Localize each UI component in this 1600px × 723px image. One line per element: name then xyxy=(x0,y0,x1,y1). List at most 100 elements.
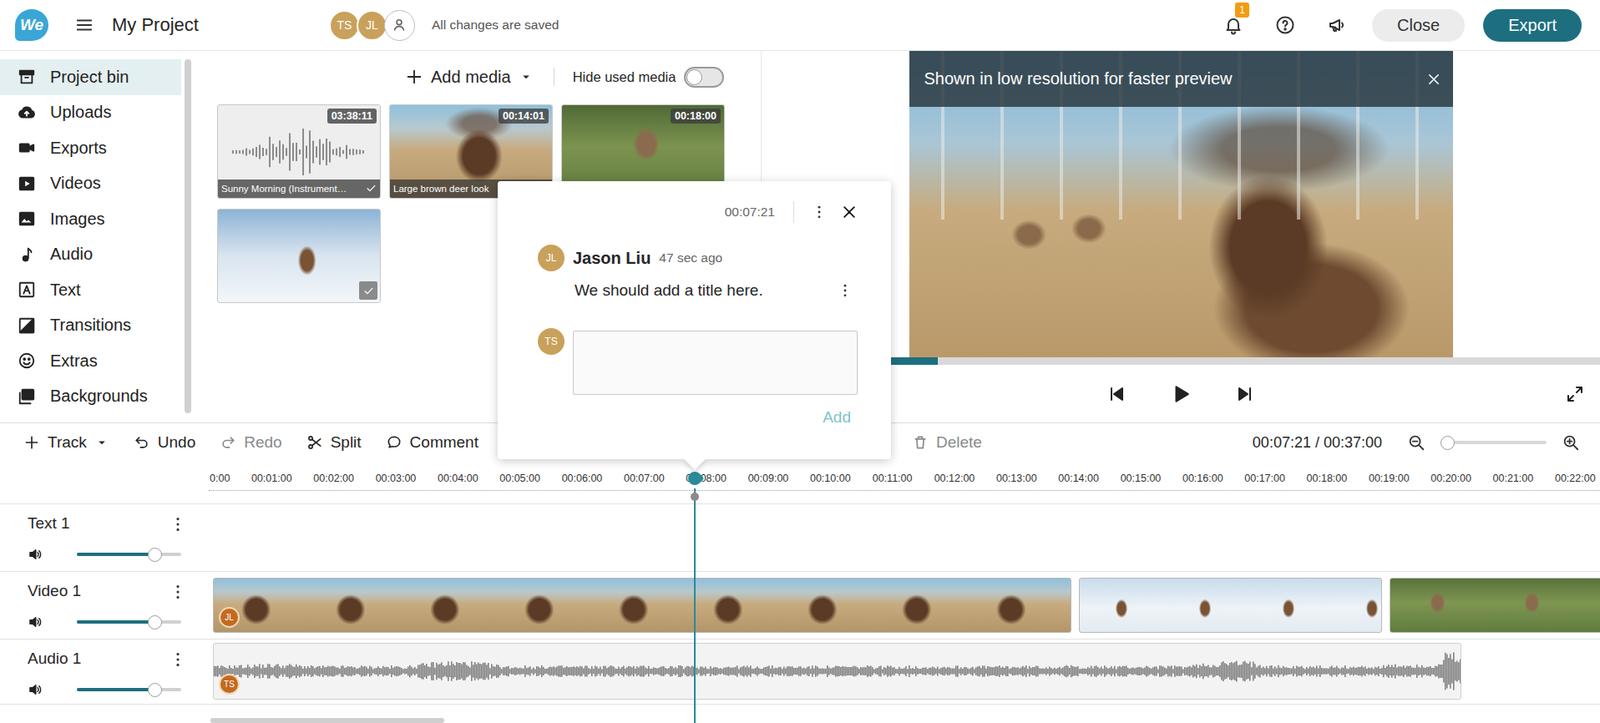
ruler-label: 0:00 xyxy=(209,472,230,485)
reply-input[interactable] xyxy=(572,330,858,395)
track-name[interactable]: Audio 1 xyxy=(27,649,209,669)
playhead-comment-marker[interactable] xyxy=(690,492,699,502)
invite-button[interactable] xyxy=(384,10,416,41)
camera-icon xyxy=(17,138,36,157)
comment-age: 47 sec ago xyxy=(658,250,723,266)
volume-slider[interactable] xyxy=(76,688,182,692)
project-title[interactable]: My Project xyxy=(111,14,199,36)
ruler-label: 00:19:00 xyxy=(1368,472,1410,485)
timeline-scrollbar[interactable] xyxy=(0,704,1600,723)
track-header: Audio 1 xyxy=(0,639,209,704)
video-clip[interactable]: JL xyxy=(212,577,1072,633)
tracks: Text 1Video 1JLAudio 1TS xyxy=(0,503,1600,705)
track-row: Audio 1TS xyxy=(0,638,1600,705)
sidebar-item[interactable]: Extras xyxy=(0,343,182,380)
zoom-out-icon[interactable] xyxy=(1407,433,1426,452)
volume-knob[interactable] xyxy=(147,683,163,698)
kebab-icon[interactable] xyxy=(168,515,188,534)
speaker-icon[interactable] xyxy=(27,614,43,630)
zoom-in-icon[interactable] xyxy=(1561,433,1580,452)
play-icon[interactable] xyxy=(1169,383,1192,406)
toolbar-button[interactable]: Comment xyxy=(385,433,479,452)
media-thumbnail[interactable]: 03:38:11Sunny Morning (Instrument… xyxy=(217,104,381,199)
volume-slider[interactable] xyxy=(76,620,182,624)
playhead[interactable] xyxy=(693,488,696,723)
media-header: Add mediaHide used media xyxy=(217,50,761,103)
audio-clip[interactable]: TS xyxy=(212,643,1462,700)
waveform-icon xyxy=(213,643,1461,699)
sidebar-item[interactable]: Exports xyxy=(0,130,182,167)
person-icon xyxy=(390,16,408,34)
sidebar-item[interactable]: Images xyxy=(0,201,182,238)
chevron-down-icon xyxy=(94,435,110,451)
sidebar-item[interactable]: Videos xyxy=(0,166,182,203)
low-res-banner: Shown in low resolution for faster previ… xyxy=(909,50,1454,107)
volume-slider[interactable] xyxy=(76,552,182,557)
fullscreen-icon[interactable] xyxy=(1564,384,1585,405)
top-bar: WeMy ProjectTSJLAll changes are saved1Cl… xyxy=(0,0,1600,51)
hide-used-toggle[interactable] xyxy=(683,66,725,88)
redo-icon xyxy=(219,434,237,451)
speaker-icon[interactable] xyxy=(27,546,43,563)
track-name[interactable]: Text 1 xyxy=(27,514,209,533)
sidebar-item[interactable]: Uploads xyxy=(0,95,182,132)
sidebar-label: Exports xyxy=(50,138,107,158)
kebab-icon[interactable] xyxy=(836,282,854,299)
plus-icon xyxy=(23,434,41,451)
kebab-icon[interactable] xyxy=(168,650,188,669)
sidebar-item[interactable]: Text xyxy=(0,272,182,309)
sidebar-scrollbar[interactable] xyxy=(184,59,192,414)
announcements-button[interactable] xyxy=(1320,8,1354,42)
collaborator-avatar[interactable]: TS xyxy=(329,10,360,41)
background-icon xyxy=(17,387,36,406)
video-clip[interactable] xyxy=(1389,577,1600,633)
menu-button[interactable] xyxy=(75,15,94,35)
skip-back-icon[interactable] xyxy=(1106,384,1127,405)
track-name[interactable]: Video 1 xyxy=(27,582,209,601)
help-button[interactable] xyxy=(1268,8,1302,42)
track-row: Video 1JL xyxy=(0,571,1600,639)
primary-button[interactable]: Export xyxy=(1483,9,1582,42)
volume-knob[interactable] xyxy=(147,547,163,563)
sidebar-item[interactable]: Audio xyxy=(0,237,182,274)
speaker-icon[interactable] xyxy=(27,682,43,698)
sidebar-item[interactable]: Project bin xyxy=(0,59,182,96)
comment-time: 00:07:21 xyxy=(724,204,775,220)
toolbar-button[interactable]: Delete xyxy=(911,433,983,452)
logo[interactable]: We xyxy=(15,9,49,41)
add-comment-button[interactable]: Add xyxy=(822,408,851,427)
media-thumbnail[interactable] xyxy=(217,208,381,304)
volume-knob[interactable] xyxy=(147,615,163,630)
skip-forward-icon[interactable] xyxy=(1235,384,1256,405)
zoom-controls xyxy=(1407,433,1580,452)
secondary-button[interactable]: Close xyxy=(1372,9,1465,42)
duration-badge: 00:18:00 xyxy=(670,108,721,124)
track-lane: TS xyxy=(208,639,1600,704)
close-icon[interactable] xyxy=(840,203,858,221)
toolbar-button[interactable]: Track xyxy=(23,433,110,452)
zoom-slider[interactable] xyxy=(1440,440,1547,445)
toolbar-button[interactable]: Redo xyxy=(219,433,282,452)
collaborator-avatar[interactable]: JL xyxy=(356,10,388,41)
preview-video[interactable]: Shown in low resolution for faster previ… xyxy=(909,50,1454,358)
kebab-icon[interactable] xyxy=(168,582,188,602)
sidebar-item[interactable]: Transitions xyxy=(0,308,182,345)
add-label: Add xyxy=(822,408,851,426)
close-icon[interactable] xyxy=(1426,71,1442,87)
playhead-handle[interactable] xyxy=(685,469,705,489)
add-media-button[interactable]: Add media xyxy=(405,67,534,87)
comment-popup: 00:07:21JLJason Liu47 sec agoWe should a… xyxy=(497,181,892,460)
notifications-button[interactable]: 1 xyxy=(1216,8,1251,42)
ruler-label: 00:17:00 xyxy=(1244,472,1286,485)
plus-icon xyxy=(405,67,424,87)
time-ruler[interactable]: 0:0000:01:0000:02:0000:03:0000:04:0000:0… xyxy=(0,461,1600,504)
sidebar-item[interactable]: Backgrounds xyxy=(0,379,182,416)
video-clip[interactable] xyxy=(1078,577,1383,633)
ruler-label: 00:04:00 xyxy=(437,472,479,485)
toolbar-button[interactable]: Undo xyxy=(133,433,196,452)
kebab-icon[interactable] xyxy=(810,203,828,221)
caption-text: Large brown deer look xyxy=(393,183,489,194)
zoom-knob[interactable] xyxy=(1440,435,1455,451)
toolbar-button[interactable]: Split xyxy=(306,433,362,452)
ruler-label: 00:11:00 xyxy=(872,472,913,485)
